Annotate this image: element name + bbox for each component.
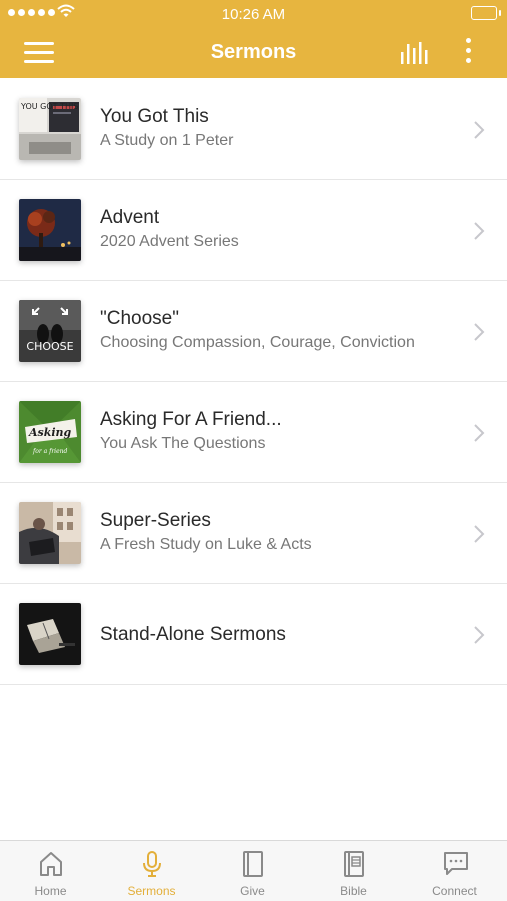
thumbnail-text: CHOOSE (26, 340, 73, 353)
series-subtitle: A Fresh Study on Luke & Acts (100, 536, 312, 553)
more-options-icon[interactable] (460, 38, 476, 68)
tab-connect[interactable]: Connect (404, 841, 505, 901)
series-row-you-got-this[interactable]: YOU GOT THIS You Got This A Study on 1 P… (0, 79, 507, 180)
series-thumbnail (19, 502, 81, 564)
nav-bar: Sermons (0, 28, 507, 78)
tab-give[interactable]: Give (202, 841, 303, 901)
series-title: Advent (100, 207, 160, 228)
tab-bar: Home Sermons Give Bible Connect (0, 840, 507, 901)
sermon-series-list: YOU GOT THIS You Got This A Study on 1 P… (0, 79, 507, 685)
series-thumbnail (19, 603, 81, 665)
series-title: Asking For A Friend... (100, 409, 282, 430)
chevron-right-icon (474, 323, 485, 341)
series-title: "Choose" (100, 308, 179, 329)
series-thumbnail: YOU GOT THIS (19, 98, 81, 160)
chevron-right-icon (474, 626, 485, 644)
series-row-super-series[interactable]: Super-Series A Fresh Study on Luke & Act… (0, 483, 507, 584)
thumbnail-subtext: for a friend (32, 448, 68, 455)
series-thumbnail (19, 199, 81, 261)
chevron-right-icon (474, 424, 485, 442)
series-subtitle: A Study on 1 Peter (100, 132, 234, 149)
book-icon (243, 851, 263, 877)
series-subtitle: 2020 Advent Series (100, 233, 239, 250)
tab-bible[interactable]: Bible (303, 841, 404, 901)
series-title: Stand-Alone Sermons (100, 624, 286, 645)
series-row-choose[interactable]: CHOOSE "Choose" Choosing Compassion, Cou… (0, 281, 507, 382)
series-subtitle: Choosing Compassion, Courage, Conviction (100, 334, 415, 351)
series-thumbnail: CHOOSE (19, 300, 81, 362)
battery-icon (471, 6, 501, 20)
tab-label: Bible (340, 884, 367, 898)
home-icon (40, 852, 62, 876)
page-title: Sermons (210, 41, 297, 63)
tab-label: Connect (432, 884, 477, 898)
series-row-stand-alone-sermons[interactable]: Stand-Alone Sermons (0, 584, 507, 685)
thumbnail-text: Asking (28, 426, 72, 439)
tab-sermons[interactable]: Sermons (101, 841, 202, 901)
status-time: 10:26 AM (221, 6, 286, 23)
chevron-right-icon (474, 121, 485, 139)
series-row-advent[interactable]: Advent 2020 Advent Series (0, 180, 507, 281)
chevron-right-icon (474, 222, 485, 240)
series-title: You Got This (100, 106, 209, 127)
series-row-asking-for-a-friend[interactable]: Asking for a friend Asking For A Friend.… (0, 382, 507, 483)
bible-icon (344, 851, 364, 877)
tab-label: Home (34, 884, 67, 898)
tab-label: Give (240, 884, 265, 898)
series-title: Super-Series (100, 510, 211, 531)
microphone-icon (143, 851, 161, 877)
thumbnail-text: YOU GOT THIS (20, 102, 78, 111)
tab-label: Sermons (127, 884, 176, 898)
status-bar: 10:26 AM (0, 0, 507, 28)
series-subtitle: You Ask The Questions (100, 435, 266, 452)
tab-home[interactable]: Home (0, 841, 101, 901)
chevron-right-icon (474, 525, 485, 543)
chat-icon (444, 852, 468, 875)
audio-levels-icon[interactable] (398, 40, 430, 66)
series-thumbnail: Asking for a friend (19, 401, 81, 463)
